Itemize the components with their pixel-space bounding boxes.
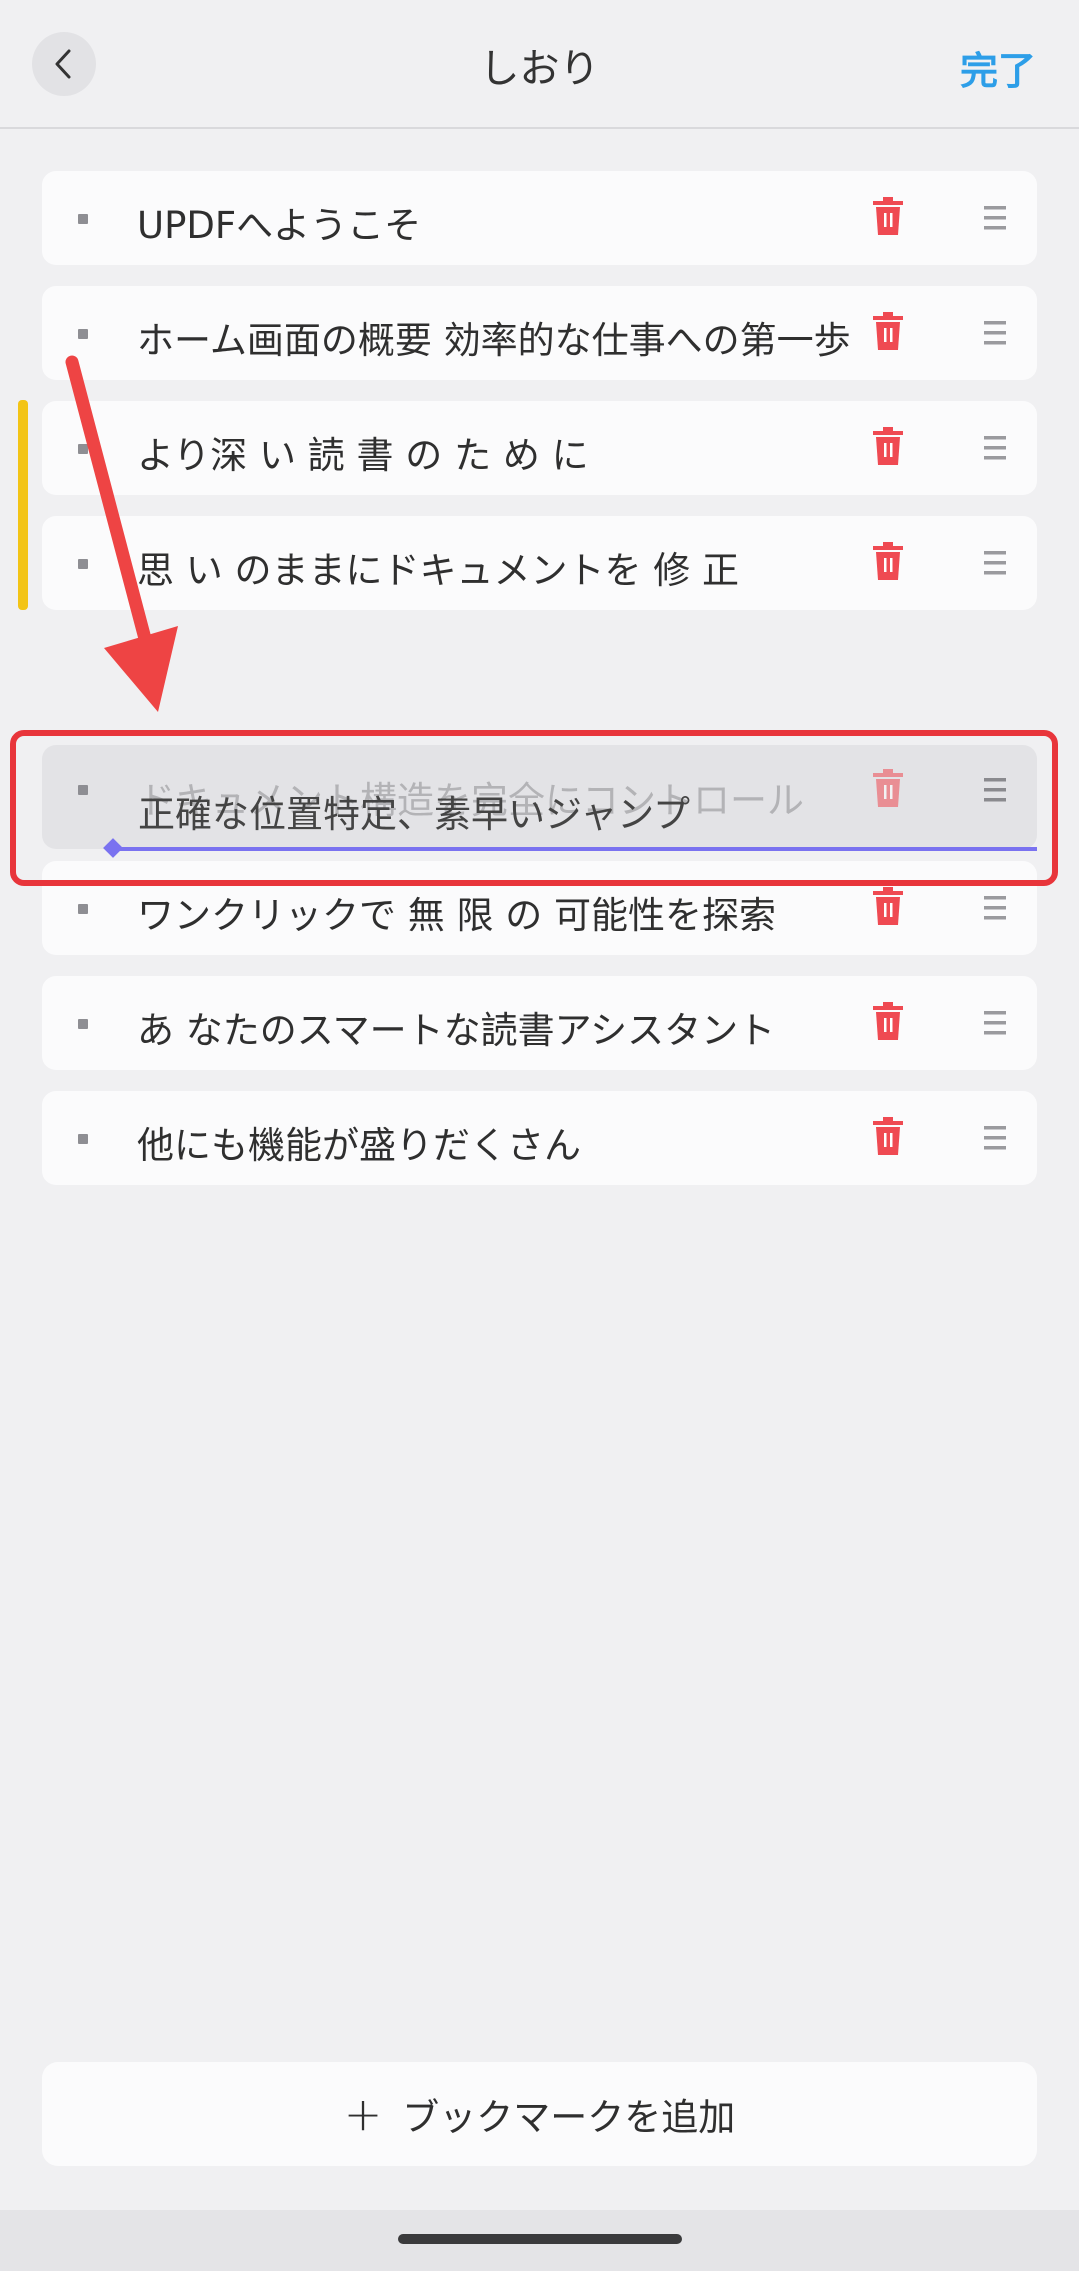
plus-icon: + [343,2087,383,2141]
home-indicator[interactable] [398,2234,682,2244]
annotation-arrow-icon [65,355,178,712]
add-bookmark-button[interactable]: + ブックマークを追加 [42,2062,1037,2166]
add-bookmark-label: ブックマークを追加 [402,2096,736,2139]
